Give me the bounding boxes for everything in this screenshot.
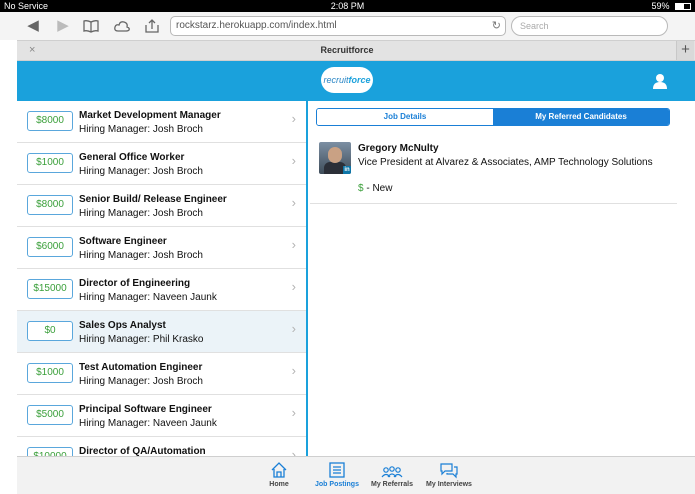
job-list-item[interactable]: $8000 Market Development Manager Hiring Ma…	[17, 101, 306, 143]
bookmarks-icon[interactable]	[82, 17, 100, 35]
job-title: Software Engineer	[79, 236, 167, 247]
referrals-icon	[362, 461, 422, 479]
nav-home[interactable]: Home	[249, 461, 309, 488]
job-title: Senior Build/ Release Engineer	[79, 194, 227, 205]
bounty-badge: $10000	[27, 447, 73, 456]
search-placeholder: Search	[520, 21, 549, 31]
bounty-badge: $8000	[27, 195, 73, 215]
battery-indicator: 59%	[651, 1, 691, 11]
hiring-manager: Hiring Manager: Josh Broch	[79, 208, 203, 219]
nav-my-referrals[interactable]: My Referrals	[362, 461, 422, 488]
bounty-badge: $1000	[27, 363, 73, 383]
tab-job-details[interactable]: Job Details	[317, 109, 493, 125]
candidate-avatar: in	[319, 142, 351, 174]
tab-bar: × Recruitforce +	[17, 40, 695, 61]
page-edge	[0, 40, 17, 494]
status-bar: No Service 2:08 PM 59%	[0, 0, 695, 12]
candidate-title: Vice President at Alvarez & Associates, …	[358, 157, 653, 168]
bottom-nav: Home Job Postings My Referrals My Interview…	[17, 456, 695, 494]
job-list-item[interactable]: $15000 Director of Engineering Hiring Mana…	[17, 269, 306, 311]
address-bar[interactable]: rockstarz.herokuapp.com/index.html ↻	[170, 16, 506, 36]
candidate-row[interactable]: in Gregory McNulty Vice President at Alv…	[310, 134, 677, 204]
forward-icon[interactable]: ▶	[54, 17, 72, 35]
hiring-manager: Hiring Manager: Josh Broch	[79, 166, 203, 177]
nav-label: Job Postings	[315, 481, 359, 488]
job-list-item[interactable]: $1000 Test Automation Engineer Hiring Mana…	[17, 353, 306, 395]
candidate-status: $ - New	[358, 183, 392, 194]
bounty-badge: $1000	[27, 153, 73, 173]
job-title: Principal Software Engineer	[79, 404, 212, 415]
detail-segmented-control: Job Details My Referred Candidates	[316, 108, 670, 126]
job-list-item[interactable]: $6000 Software Engineer Hiring Manager: Jo…	[17, 227, 306, 269]
job-detail-pane: Job Details My Referred Candidates in Gr…	[310, 101, 677, 456]
chevron-right-icon: ›	[291, 279, 296, 294]
hiring-manager: Hiring Manager: Naveen Jaunk	[79, 418, 217, 429]
chevron-right-icon: ›	[291, 405, 296, 420]
job-list-item[interactable]: $0 Sales Ops Analyst Hiring Manager: Phil …	[17, 311, 306, 353]
job-title: Sales Ops Analyst	[79, 320, 166, 331]
chevron-right-icon: ›	[291, 153, 296, 168]
url-text: rockstarz.herokuapp.com/index.html	[176, 20, 337, 31]
share-icon[interactable]	[143, 17, 161, 35]
clock: 2:08 PM	[330, 1, 365, 11]
chevron-right-icon: ›	[291, 363, 296, 378]
job-list-item[interactable]: $1000 General Office Worker Hiring Manager…	[17, 143, 306, 185]
candidate-name: Gregory McNulty	[358, 143, 439, 154]
job-list-item[interactable]: $8000 Senior Build/ Release Engineer Hirin…	[17, 185, 306, 227]
tab-title[interactable]: Recruitforce	[17, 45, 677, 55]
nav-label: Home	[269, 481, 289, 488]
user-profile-icon[interactable]	[653, 73, 667, 89]
chevron-right-icon: ›	[291, 111, 296, 126]
job-title: Market Development Manager	[79, 110, 221, 121]
battery-percent: 59%	[651, 1, 670, 11]
nav-label: My Referrals	[370, 481, 414, 488]
job-title: Test Automation Engineer	[79, 362, 203, 373]
nav-my-interviews[interactable]: My Interviews	[419, 461, 479, 488]
bounty-badge: $15000	[27, 279, 73, 299]
candidate-status-label: - New	[363, 183, 393, 194]
hiring-manager: Hiring Manager: Josh Broch	[79, 124, 203, 135]
job-title: Director of QA/Automation	[79, 446, 206, 456]
tab-my-referred-candidates[interactable]: My Referred Candidates	[493, 109, 669, 125]
app-header: recruitforce	[17, 61, 695, 101]
job-postings-icon	[307, 461, 367, 479]
chevron-right-icon: ›	[291, 321, 296, 336]
job-title: General Office Worker	[79, 152, 185, 163]
bounty-badge: $8000	[27, 111, 73, 131]
linkedin-icon: in	[343, 166, 351, 174]
nav-label: My Interviews	[426, 481, 472, 488]
chevron-right-icon: ›	[291, 195, 296, 210]
reload-icon[interactable]: ↻	[492, 17, 501, 35]
recruitforce-logo: recruitforce	[321, 67, 373, 93]
search-input[interactable]: Search	[511, 16, 668, 36]
nav-job-postings[interactable]: Job Postings	[307, 461, 367, 488]
job-list-item[interactable]: $5000 Principal Software Engineer Hiring M…	[17, 395, 306, 437]
battery-icon	[675, 3, 691, 11]
new-tab-button[interactable]: +	[676, 41, 694, 60]
hiring-manager: Hiring Manager: Josh Broch	[79, 250, 203, 261]
job-list-item[interactable]: $10000 Director of QA/Automation ›	[17, 437, 306, 456]
job-list: $8000 Market Development Manager Hiring Ma…	[17, 101, 308, 456]
hiring-manager: Hiring Manager: Naveen Jaunk	[79, 292, 217, 303]
icloud-tabs-icon[interactable]	[113, 17, 131, 35]
back-icon[interactable]: ◀	[24, 17, 42, 35]
bounty-badge: $5000	[27, 405, 73, 425]
interviews-icon	[419, 461, 479, 479]
hiring-manager: Hiring Manager: Josh Broch	[79, 376, 203, 387]
chevron-right-icon: ›	[291, 237, 296, 252]
chevron-right-icon: ›	[291, 447, 296, 456]
bounty-badge: $0	[27, 321, 73, 341]
hiring-manager: Hiring Manager: Phil Krasko	[79, 334, 204, 345]
job-title: Director of Engineering	[79, 278, 191, 289]
bounty-badge: $6000	[27, 237, 73, 257]
home-icon	[249, 461, 309, 479]
